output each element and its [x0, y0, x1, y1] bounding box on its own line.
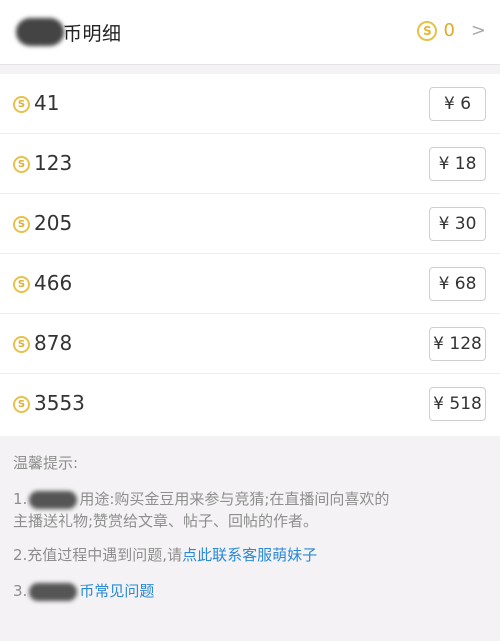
coin-amount: 41	[34, 91, 60, 115]
package-row: S 466 ¥ 68	[0, 254, 500, 314]
package-row: S 41 ¥ 6	[0, 74, 500, 134]
package-row: S 3553 ¥ 518	[0, 374, 500, 434]
tips-title: 温馨提示:	[13, 454, 79, 472]
balance-value: 0	[443, 20, 455, 41]
tip1-prefix: 1.	[13, 490, 28, 508]
price-button[interactable]: ¥ 68	[429, 267, 486, 301]
coin-amount: 205	[34, 211, 73, 235]
tip2-text: 2.充值过程中遇到问题,请	[13, 546, 183, 564]
contact-support-link[interactable]: 点此联系客服萌妹子	[182, 546, 317, 564]
balance-link[interactable]: S 0 >	[417, 20, 486, 41]
coin-icon: S	[13, 276, 30, 293]
coin-icon: S	[13, 396, 30, 413]
tip-item-1: 1. 用途:购买金豆用来参与竞猜;在直播间向喜欢的 主播送礼物;赞赏给文章、帖子、…	[13, 488, 489, 532]
coin-icon: S	[417, 20, 438, 41]
tip-item-3: 3. 币常见问题	[13, 580, 489, 602]
tip1-text-2: 主播送礼物;赞赏给文章、帖子、回帖的作者。	[13, 512, 319, 530]
tip3-prefix: 3.	[13, 582, 28, 600]
package-list: S 41 ¥ 6 S 123 ¥ 18 S 205 ¥ 30 S 466 ¥ 6…	[0, 74, 500, 436]
price-button[interactable]: ¥ 6	[429, 87, 486, 121]
tip1-text: 用途:购买金豆用来参与竞猜;在直播间向喜欢的	[79, 490, 390, 508]
coin-icon: S	[13, 336, 30, 353]
coin-icon: S	[13, 216, 30, 233]
tip-item-2: 2.充值过程中遇到问题,请点此联系客服萌妹子	[13, 544, 489, 566]
title-wrap: 币明细	[17, 18, 122, 46]
coin-amount: 466	[34, 271, 73, 295]
package-row: S 878 ¥ 128	[0, 314, 500, 374]
coin-amount: 878	[34, 331, 73, 355]
price-button[interactable]: ¥ 18	[429, 147, 486, 181]
coin-icon: S	[13, 156, 30, 173]
price-button[interactable]: ¥ 128	[429, 327, 486, 361]
redacted-currency-name	[29, 582, 78, 601]
coin-icon: S	[13, 96, 30, 113]
coin-amount: 123	[34, 151, 73, 175]
tips-section: 温馨提示: 1. 用途:购买金豆用来参与竞猜;在直播间向喜欢的 主播送礼物;赞赏给…	[13, 452, 489, 602]
price-button[interactable]: ¥ 30	[429, 207, 486, 241]
package-row: S 123 ¥ 18	[0, 134, 500, 194]
package-row: S 205 ¥ 30	[0, 194, 500, 254]
chevron-right-icon: >	[470, 20, 486, 41]
coin-amount: 3553	[34, 391, 85, 415]
redacted-currency-name	[29, 490, 78, 509]
page-title: 币明细	[63, 22, 122, 45]
header: 币明细 S 0 >	[0, 0, 500, 65]
price-button[interactable]: ¥ 518	[429, 387, 486, 421]
faq-link[interactable]: 币常见问题	[79, 582, 154, 600]
